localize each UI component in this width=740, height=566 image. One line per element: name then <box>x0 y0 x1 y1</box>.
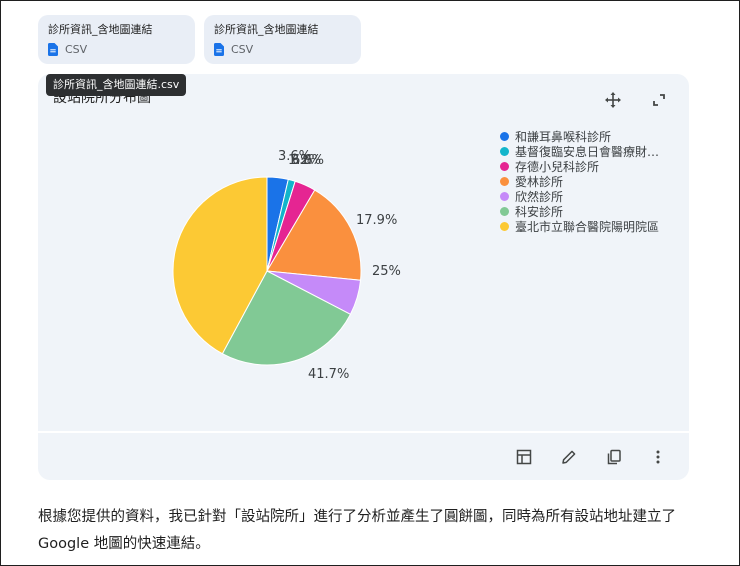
legend-swatch <box>500 222 509 231</box>
legend-swatch <box>500 147 509 156</box>
legend-swatch <box>500 207 509 216</box>
response-text: 根據您提供的資料，我已針對「設站院所」進行了分析並產生了圓餅圖，同時為所有設站地… <box>38 509 676 552</box>
chart-legend: 和謙耳鼻喉科診所 基督復臨安息日會醫療財… 存德小兒科診所 愛林診所 欣然診所 科安診所臺… <box>500 129 659 234</box>
legend-swatch <box>500 177 509 186</box>
file-chip-name: 診所資訊_含地圖連結 <box>48 23 153 36</box>
legend-item[interactable]: 存德小兒科診所 <box>500 159 659 174</box>
toolbar-divider <box>38 431 689 433</box>
chart-card: 設站院所分布圖 3.6% 1.2% 3.6% 17.9% 6% 25% 41.7% 和謙耳鼻… <box>38 74 689 480</box>
pie-data-label-6: 41.7% <box>308 367 349 382</box>
document-icon <box>48 43 58 56</box>
legend-swatch <box>500 132 509 141</box>
file-type-label: CSV <box>231 43 254 56</box>
legend-item[interactable]: 基督復臨安息日會醫療財… <box>500 144 659 159</box>
pie-data-label-5: 25% <box>372 264 401 279</box>
pie-data-label-3: 17.9% <box>356 213 397 228</box>
legend-item[interactable]: 科安診所 <box>500 204 659 219</box>
file-type-label: CSV <box>65 43 88 56</box>
file-tooltip: 診所資訊_含地圖連結.csv <box>46 74 187 96</box>
legend-item[interactable]: 臺北市立聯合醫院陽明院區 <box>500 219 659 234</box>
pie-data-label-4: 6% <box>292 153 313 168</box>
legend-label: 臺北市立聯合醫院陽明院區 <box>515 220 660 234</box>
legend-swatch <box>500 192 509 201</box>
file-chip-2[interactable]: 診所資訊_含地圖連結 CSV <box>204 15 361 64</box>
legend-item[interactable]: 欣然診所 <box>500 189 659 204</box>
document-icon <box>214 43 224 56</box>
more-options-icon[interactable] <box>647 446 669 468</box>
legend-item[interactable]: 愛林診所 <box>500 174 659 189</box>
table-view-icon[interactable] <box>513 446 535 468</box>
copy-icon[interactable] <box>603 446 625 468</box>
legend-item[interactable]: 和謙耳鼻喉科診所 <box>500 129 659 144</box>
file-chip-1[interactable]: 診所資訊_含地圖連結 CSV <box>38 15 195 64</box>
legend-swatch <box>500 162 509 171</box>
file-chip-name: 診所資訊_含地圖連結 <box>214 23 319 36</box>
edit-icon[interactable] <box>558 446 580 468</box>
